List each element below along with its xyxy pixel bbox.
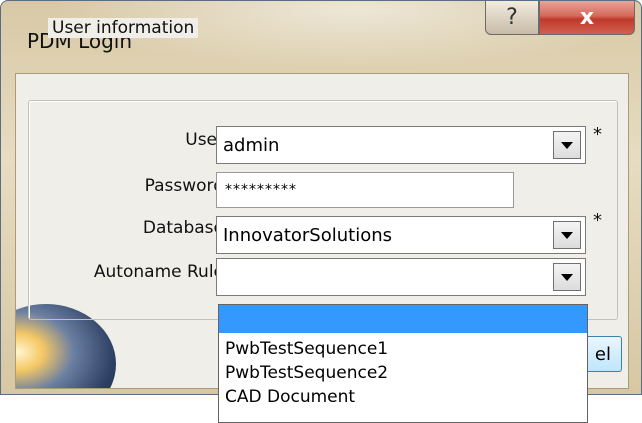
database-dropdown-button[interactable] bbox=[553, 221, 581, 249]
user-combobox[interactable]: admin bbox=[216, 126, 586, 164]
user-dropdown-button[interactable] bbox=[553, 131, 581, 159]
user-value: admin bbox=[223, 134, 280, 156]
dropdown-option-pwbtestsequence2[interactable]: PwbTestSequence2 bbox=[219, 361, 587, 385]
close-button[interactable]: x bbox=[539, 1, 635, 35]
database-value: InnovatorSolutions bbox=[223, 224, 392, 246]
database-label: Database bbox=[142, 218, 224, 238]
autoname-rule-dropdown-list: PwbTestSequence1 PwbTestSequence2 CAD Do… bbox=[218, 304, 588, 423]
user-required-marker: * bbox=[593, 124, 602, 145]
password-field[interactable]: ********* bbox=[216, 172, 514, 208]
chevron-down-icon bbox=[561, 141, 573, 149]
autoname-rule-combobox[interactable] bbox=[216, 258, 586, 296]
autoname-rule-dropdown-button[interactable] bbox=[553, 263, 581, 291]
dropdown-option-pwbtestsequence1[interactable]: PwbTestSequence1 bbox=[219, 337, 587, 361]
close-icon: x bbox=[579, 5, 595, 30]
chevron-down-icon bbox=[561, 273, 573, 281]
dropdown-option-cad-document[interactable]: CAD Document bbox=[219, 385, 587, 409]
password-label: Password bbox=[144, 176, 224, 196]
database-required-marker: * bbox=[593, 210, 602, 231]
group-legend: User information bbox=[48, 18, 199, 38]
database-combobox[interactable]: InnovatorSolutions bbox=[216, 216, 586, 254]
chevron-down-icon bbox=[561, 231, 573, 239]
help-icon: ? bbox=[506, 5, 518, 30]
help-button[interactable]: ? bbox=[485, 1, 539, 35]
autoname-rule-label: Autoname Rule bbox=[93, 262, 224, 282]
dropdown-option-empty[interactable] bbox=[219, 305, 587, 333]
